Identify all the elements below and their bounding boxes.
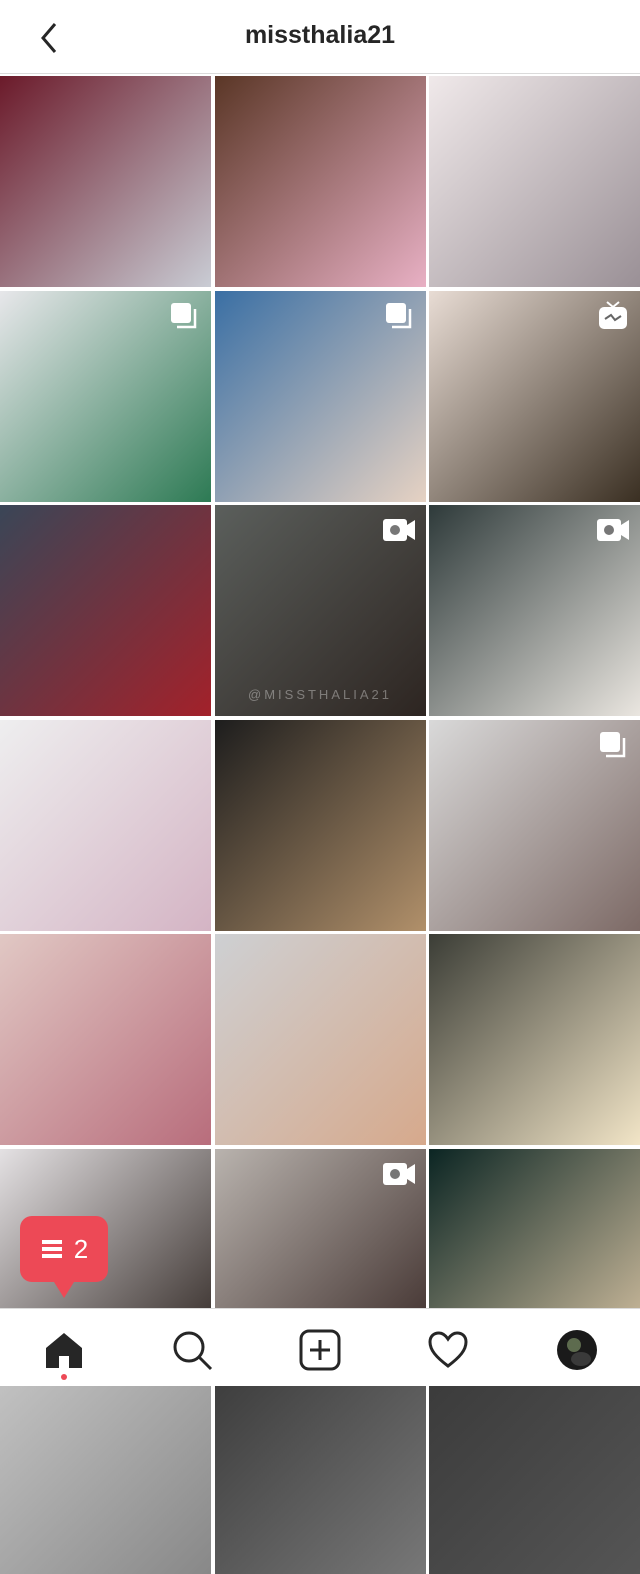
post-thumbnail[interactable] — [214, 1363, 426, 1574]
post-thumbnail[interactable]: @MISSTHALIA21 — [214, 505, 426, 716]
avatar-icon — [557, 1330, 597, 1370]
nav-create[interactable] — [297, 1327, 343, 1373]
post-thumbnail[interactable] — [429, 934, 640, 1145]
post-thumbnail[interactable] — [0, 290, 211, 502]
post-thumbnail[interactable] — [429, 719, 640, 931]
carousel-icon — [385, 302, 411, 328]
carousel-icon — [600, 731, 626, 757]
post-thumbnail[interactable] — [429, 505, 640, 716]
add-post-icon — [299, 1329, 341, 1371]
igtv-icon — [599, 300, 627, 329]
home-active-indicator — [61, 1374, 67, 1380]
activity-list-icon — [41, 1240, 62, 1258]
home-icon — [46, 1333, 82, 1368]
post-thumbnail[interactable] — [214, 934, 426, 1145]
post-thumbnail[interactable] — [0, 719, 211, 931]
video-icon — [597, 519, 629, 541]
nav-activity[interactable] — [425, 1327, 471, 1373]
post-thumbnail[interactable] — [0, 505, 211, 716]
carousel-icon — [171, 302, 197, 328]
post-thumbnail[interactable] — [0, 1363, 211, 1574]
video-icon — [382, 1162, 415, 1185]
search-icon — [173, 1331, 213, 1371]
post-thumbnail[interactable] — [214, 76, 426, 287]
bottom-navigation-bar — [0, 1308, 640, 1386]
nav-search[interactable] — [169, 1327, 215, 1373]
nav-profile[interactable] — [554, 1327, 600, 1373]
profile-username-title: missthalia21 — [244, 21, 396, 49]
post-thumbnail[interactable] — [0, 76, 211, 287]
post-thumbnail[interactable] — [214, 290, 426, 502]
photo-watermark: @MISSTHALIA21 — [248, 687, 392, 702]
post-thumbnail[interactable] — [429, 290, 640, 502]
post-thumbnail[interactable] — [429, 1363, 640, 1574]
post-thumbnail[interactable] — [429, 76, 640, 287]
nav-home[interactable] — [41, 1327, 87, 1373]
heart-icon — [428, 1331, 468, 1368]
post-thumbnail[interactable] — [214, 719, 426, 931]
post-thumbnail[interactable] — [0, 934, 211, 1145]
notification-count: 2 — [73, 1233, 89, 1264]
activity-notification-badge[interactable]: 2 — [20, 1216, 108, 1298]
top-navigation-bar: missthalia21 — [0, 0, 640, 74]
video-icon — [382, 519, 415, 541]
